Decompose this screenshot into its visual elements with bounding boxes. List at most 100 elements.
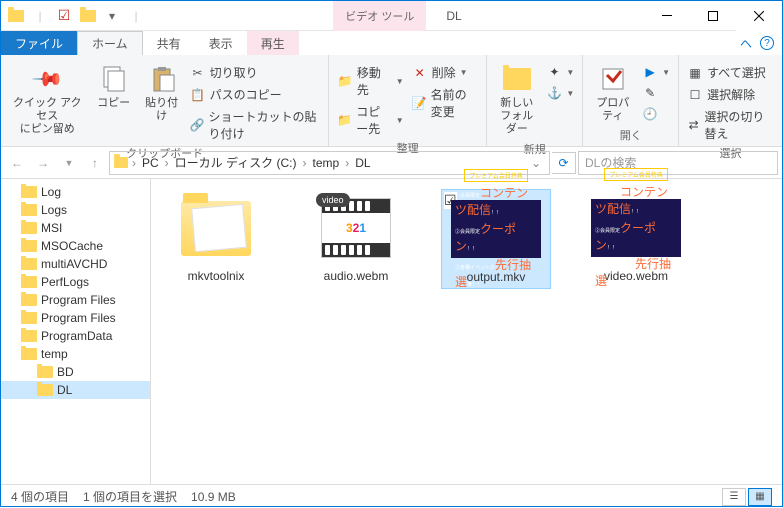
chevron-right-icon[interactable]: › <box>301 156 309 170</box>
file-list[interactable]: mkvtoolnix video321audio.webm プレミアム会員特典①会員… <box>151 179 782 484</box>
newfolder-icon <box>501 63 533 95</box>
tab-play[interactable]: 再生 <box>247 31 299 55</box>
tree-item[interactable]: DL <box>1 381 150 399</box>
maximize-button[interactable] <box>690 1 736 31</box>
chevron-down-icon: ▼ <box>396 116 404 125</box>
status-size: 10.9 MB <box>191 490 236 504</box>
tree-item[interactable]: MSOCache <box>1 237 150 255</box>
history-icon: 🕘 <box>642 106 658 122</box>
breadcrumb-dropdown-icon[interactable]: ⌄ <box>531 156 545 170</box>
history-button[interactable]: 🕘 <box>640 105 672 123</box>
pin-quickaccess-button[interactable]: 📌 クイック アクセス にピン留め <box>7 61 88 139</box>
chevron-right-icon[interactable]: › <box>130 156 138 170</box>
nav-forward-button[interactable]: → <box>31 151 55 175</box>
moveto-button[interactable]: 📁移動先 ▼ <box>335 63 405 99</box>
open-icon: ▶ <box>642 64 658 80</box>
moveto-icon: 📁 <box>337 73 353 89</box>
ribbon-group-select: ▦すべて選択 ☐選択解除 ⇄選択の切り替え 選択 <box>679 55 782 146</box>
tree-item[interactable]: Logs <box>1 201 150 219</box>
copyto-button[interactable]: 📁コピー先 ▼ <box>335 102 405 138</box>
copy-button[interactable]: コピー <box>92 61 136 112</box>
folder-icon <box>37 384 53 396</box>
tree-item[interactable]: BD <box>1 363 150 381</box>
chevron-right-icon[interactable]: › <box>343 156 351 170</box>
ribbon-collapse-icon[interactable]: ヘ <box>740 35 752 52</box>
file-item[interactable]: プレミアム会員特典①会員限定コンテンツ配信！！②会員限定クーポン！！③各種イベン… <box>581 189 691 287</box>
rename-button[interactable]: 📝名前の変更 <box>410 85 480 121</box>
newfolder-button[interactable]: 新しい フォルダー <box>493 61 540 139</box>
ribbon-group-organize: 📁移動先 ▼ 📁コピー先 ▼ ✕削除 ▼ 📝名前の変更 整理 <box>329 55 487 146</box>
breadcrumb-item[interactable]: temp <box>311 156 342 170</box>
easyaccess-icon: ⚓ <box>546 85 562 101</box>
cut-button[interactable]: ✂切り取り <box>188 63 323 82</box>
tree-item[interactable]: Program Files <box>1 291 150 309</box>
folder-icon <box>21 240 37 252</box>
tab-home[interactable]: ホーム <box>77 31 143 55</box>
qat-check-icon[interactable]: ☑ <box>53 5 75 27</box>
minimize-button[interactable] <box>644 1 690 31</box>
open-button[interactable]: ▶▼ <box>640 63 672 81</box>
qat-folder2-icon[interactable] <box>77 5 99 27</box>
paste-shortcut-button[interactable]: 🔗ショートカットの貼り付け <box>188 107 323 143</box>
quick-access-toolbar: | ☑ ▾ | <box>1 5 151 27</box>
ribbon-group-open: プロパティ ▶▼ ✎ 🕘 開く <box>583 55 679 146</box>
tab-file[interactable]: ファイル <box>1 31 77 55</box>
selectnone-button[interactable]: ☐選択解除 <box>685 85 776 104</box>
newitem-button[interactable]: ✦▼ <box>544 63 576 81</box>
nav-up-button[interactable]: ↑ <box>83 151 107 175</box>
tree-item[interactable]: MSI <box>1 219 150 237</box>
selectall-button[interactable]: ▦すべて選択 <box>685 63 776 82</box>
delete-icon: ✕ <box>412 65 428 81</box>
qat-folder-icon[interactable] <box>5 5 27 27</box>
breadcrumb-item[interactable]: DL <box>353 156 372 170</box>
qat-overflow-icon[interactable]: ▾ <box>101 5 123 27</box>
video-thumbnail: プレミアム会員特典①会員限定コンテンツ配信！！②会員限定クーポン！！③各種イベン… <box>591 199 681 257</box>
tree-item[interactable]: PerfLogs <box>1 273 150 291</box>
tree-item[interactable]: ProgramData <box>1 327 150 345</box>
tree-item[interactable]: multiAVCHD <box>1 255 150 273</box>
status-selection: 1 個の項目を選択 <box>83 488 177 505</box>
invertselect-button[interactable]: ⇄選択の切り替え <box>685 107 776 143</box>
refresh-button[interactable]: ⟳ <box>552 152 576 174</box>
nav-back-button[interactable]: ← <box>5 151 29 175</box>
paste-button[interactable]: 貼り付け <box>140 61 184 125</box>
copypath-button[interactable]: 📋パスのコピー <box>188 85 323 104</box>
nav-tree[interactable]: LogLogsMSIMSOCachemultiAVCHDPerfLogsProg… <box>1 179 151 484</box>
tab-view[interactable]: 表示 <box>195 31 247 55</box>
folder-icon <box>21 204 37 216</box>
file-name: mkvtoolnix <box>188 269 245 283</box>
copy-icon <box>98 63 130 95</box>
tab-share[interactable]: 共有 <box>143 31 195 55</box>
pin-icon: 📌 <box>30 61 65 96</box>
tree-item[interactable]: temp <box>1 345 150 363</box>
chevron-right-icon[interactable]: › <box>163 156 171 170</box>
edit-button[interactable]: ✎ <box>640 84 672 102</box>
delete-button[interactable]: ✕削除 ▼ <box>410 63 480 82</box>
easyaccess-button[interactable]: ⚓▼ <box>544 84 576 102</box>
file-item[interactable]: video321audio.webm <box>301 189 411 287</box>
view-icons-button[interactable]: ▦ <box>748 488 772 506</box>
status-count: 4 個の項目 <box>11 488 69 505</box>
folder-icon <box>21 294 37 306</box>
file-item[interactable]: mkvtoolnix <box>161 189 271 287</box>
invert-icon: ⇄ <box>687 117 700 133</box>
properties-button[interactable]: プロパティ <box>589 61 636 125</box>
window-controls <box>644 1 782 31</box>
folder-icon <box>21 276 37 288</box>
qat-divider2: | <box>125 5 147 27</box>
group-label-open: 開く <box>589 125 672 145</box>
view-details-button[interactable]: ☰ <box>722 488 746 506</box>
tree-item[interactable]: Program Files <box>1 309 150 327</box>
scissors-icon: ✂ <box>190 65 206 81</box>
file-item[interactable]: プレミアム会員特典①会員限定コンテンツ配信！！②会員限定クーポン！！③各種イベン… <box>441 189 551 289</box>
nav-recent-button[interactable]: ▼ <box>57 151 81 175</box>
breadcrumb-item[interactable]: PC <box>140 156 161 170</box>
close-button[interactable] <box>736 1 782 31</box>
breadcrumb-item[interactable]: ローカル ディスク (C:) <box>173 154 299 171</box>
folder-icon <box>21 330 37 342</box>
video-thumbnail: プレミアム会員特典①会員限定コンテンツ配信！！②会員限定クーポン！！③各種イベン… <box>451 200 541 258</box>
tree-item[interactable]: Log <box>1 183 150 201</box>
help-icon[interactable]: ? <box>760 36 774 50</box>
qat-divider: | <box>29 5 51 27</box>
folder-icon <box>21 258 37 270</box>
